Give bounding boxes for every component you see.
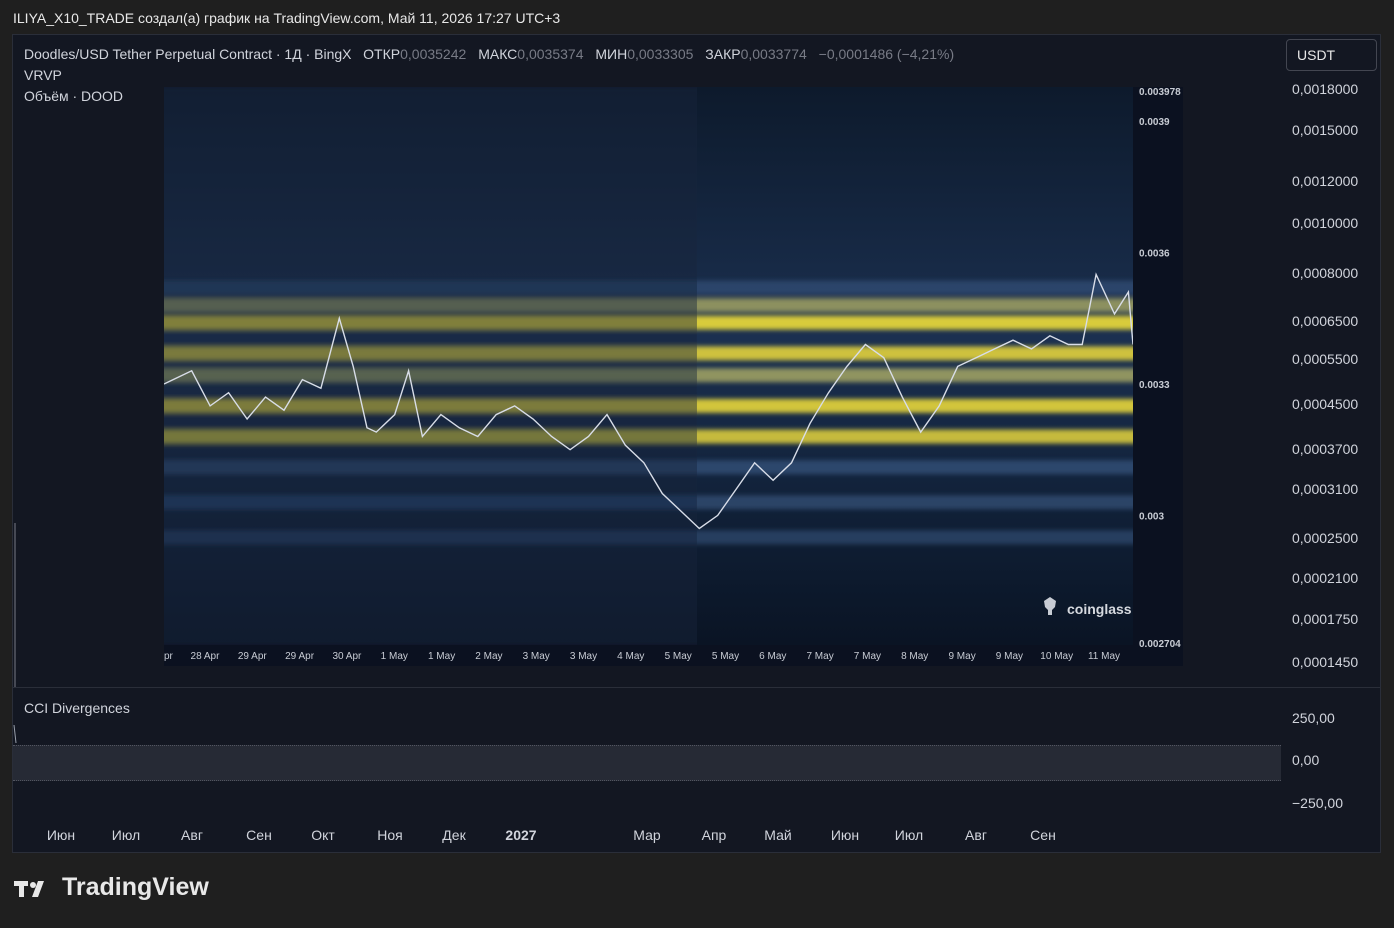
time-tick: Окт [311, 827, 335, 843]
heatmap-x-tick: 28 Apr [191, 651, 221, 662]
heatmap-x-tick: 3 May [523, 651, 550, 662]
cci-indicator-title[interactable]: CCI Divergences [24, 700, 130, 716]
low-value: 0,0033305 [627, 46, 694, 62]
time-tick: Июн [46, 827, 76, 843]
cci-band [13, 745, 1281, 781]
heatmap-x-tick: 5 May [665, 651, 692, 662]
heatmap-x-tick: 30 Apr [332, 651, 362, 662]
price-tick: 0,0001750 [1292, 611, 1359, 627]
heatmap-x-tick: 10 May [1040, 651, 1073, 662]
heatmap-y-tick: 0.0039 [1139, 117, 1170, 128]
chart-frame[interactable]: Doodles/USD Tether Perpetual Contract · … [12, 34, 1381, 853]
time-tick: Май [764, 827, 792, 843]
high-value: 0,0035374 [517, 46, 584, 62]
heatmap-x-tick: 6 May [759, 651, 786, 662]
high-label: МАКС [478, 46, 518, 62]
price-tick: 0,0012000 [1292, 173, 1359, 189]
heatmap-x-tick: 7 May [806, 651, 833, 662]
time-tick: Мар [633, 827, 661, 843]
low-label: МИН [595, 46, 628, 62]
heatmap-x-tick: 5 May [712, 651, 739, 662]
price-tick: 0,0003700 [1292, 441, 1359, 457]
time-axis[interactable]: Июн Июл Авг Сен Окт Ноя Дек 2027 Мар Апр Май Июн Июл… [13, 825, 1281, 849]
close-label: ЗАКР [705, 46, 741, 62]
price-scale[interactable]: 0,0018000 0,0015000 0,0012000 0,0010000 … [1292, 35, 1382, 685]
heatmap-x-tick: 3 May [570, 651, 597, 662]
heatmap-x-tick: 8 May [901, 651, 928, 662]
volume-indicator[interactable]: Объём · DOOD [24, 88, 123, 104]
price-tick: 0,0003100 [1292, 481, 1359, 497]
heatmap-x-tick: 2 May [475, 651, 502, 662]
heatmap-y-tick: 0.002704 [1139, 639, 1181, 650]
time-tick: Июл [894, 827, 924, 843]
symbol-name: Doodles/USD Tether Perpetual Contract · … [24, 46, 352, 62]
price-tick: 0,0001450 [1292, 654, 1359, 670]
time-tick: Авг [181, 827, 203, 843]
cci-tick: −250,00 [1292, 795, 1343, 811]
time-tick: Сен [246, 827, 272, 843]
price-tick: 0,0006500 [1292, 313, 1359, 329]
heatmap-x-tick: 1 May [381, 651, 408, 662]
heatmap-y-tick: 0.003978 [1139, 87, 1181, 98]
price-tick: 0,0010000 [1292, 215, 1359, 231]
heatmap-x-tick: 9 May [996, 651, 1023, 662]
heatmap-svg: 0.0039780.00390.00360.00330.0030.002704 … [164, 87, 1183, 666]
heat-fade [164, 87, 697, 645]
cci-tick: 250,00 [1292, 710, 1335, 726]
heatmap-x-tick: 29 Apr [238, 651, 268, 662]
pane-separator[interactable] [13, 687, 1380, 688]
time-tick: Авг [965, 827, 987, 843]
heatmap-x-tick: 1 May [428, 651, 455, 662]
heatmap-x-tick: pr [164, 651, 174, 662]
tradingview-brand: TradingView [62, 873, 209, 901]
heatmap-x-tick: 7 May [854, 651, 881, 662]
coinglass-label: coinglass [1067, 601, 1132, 617]
price-tick: 0,0002500 [1292, 530, 1359, 546]
time-tick: 2027 [505, 827, 537, 843]
time-tick: Июл [111, 827, 141, 843]
cci-tick: 0,00 [1292, 752, 1320, 768]
chart-header: ILIYA_X10_TRADE создал(а) график на Trad… [13, 10, 561, 26]
heatmap-y-tick: 0.003 [1139, 511, 1164, 522]
price-tick: 0,0018000 [1292, 81, 1359, 97]
cci-line [13, 724, 17, 744]
heatmap-x-tick: 11 May [1088, 651, 1120, 662]
symbol-legend: Doodles/USD Tether Perpetual Contract · … [24, 46, 954, 62]
tradingview-logo-icon [14, 880, 44, 897]
heatmap-x-tick: 9 May [948, 651, 975, 662]
time-tick: Апр [701, 827, 727, 843]
change-value: −0,0001486 (−4,21%) [818, 46, 955, 62]
open-value: 0,0035242 [400, 46, 467, 62]
price-tick: 0,0002100 [1292, 570, 1359, 586]
time-tick: Дек [442, 827, 466, 843]
price-tick: 0,0015000 [1292, 122, 1359, 138]
heatmap-y-tick: 0.0036 [1139, 249, 1170, 260]
tradingview-logo[interactable]: TradingView [14, 873, 209, 902]
heatmap-x-tick: 4 May [617, 651, 644, 662]
time-tick: Сен [1030, 827, 1056, 843]
heatmap-axis-bg [1133, 87, 1183, 666]
time-tick: Июн [830, 827, 860, 843]
time-tick: Ноя [377, 827, 403, 843]
price-tick: 0,0004500 [1292, 396, 1359, 412]
close-value: 0,0033774 [740, 46, 807, 62]
heatmap-y-tick: 0.0033 [1139, 380, 1170, 391]
heatmap-x-tick: 29 Apr [285, 651, 315, 662]
price-tick: 0,0008000 [1292, 265, 1359, 281]
open-label: ОТКР [363, 46, 401, 62]
liquidation-heatmap-image: 0.003978 0.0039 0.0036 0.0033 0.003 0.002704 … [164, 87, 1183, 666]
price-tick: 0,0005500 [1292, 351, 1359, 367]
vrvp-indicator[interactable]: VRVP [24, 67, 62, 83]
volume-bar [14, 523, 16, 687]
